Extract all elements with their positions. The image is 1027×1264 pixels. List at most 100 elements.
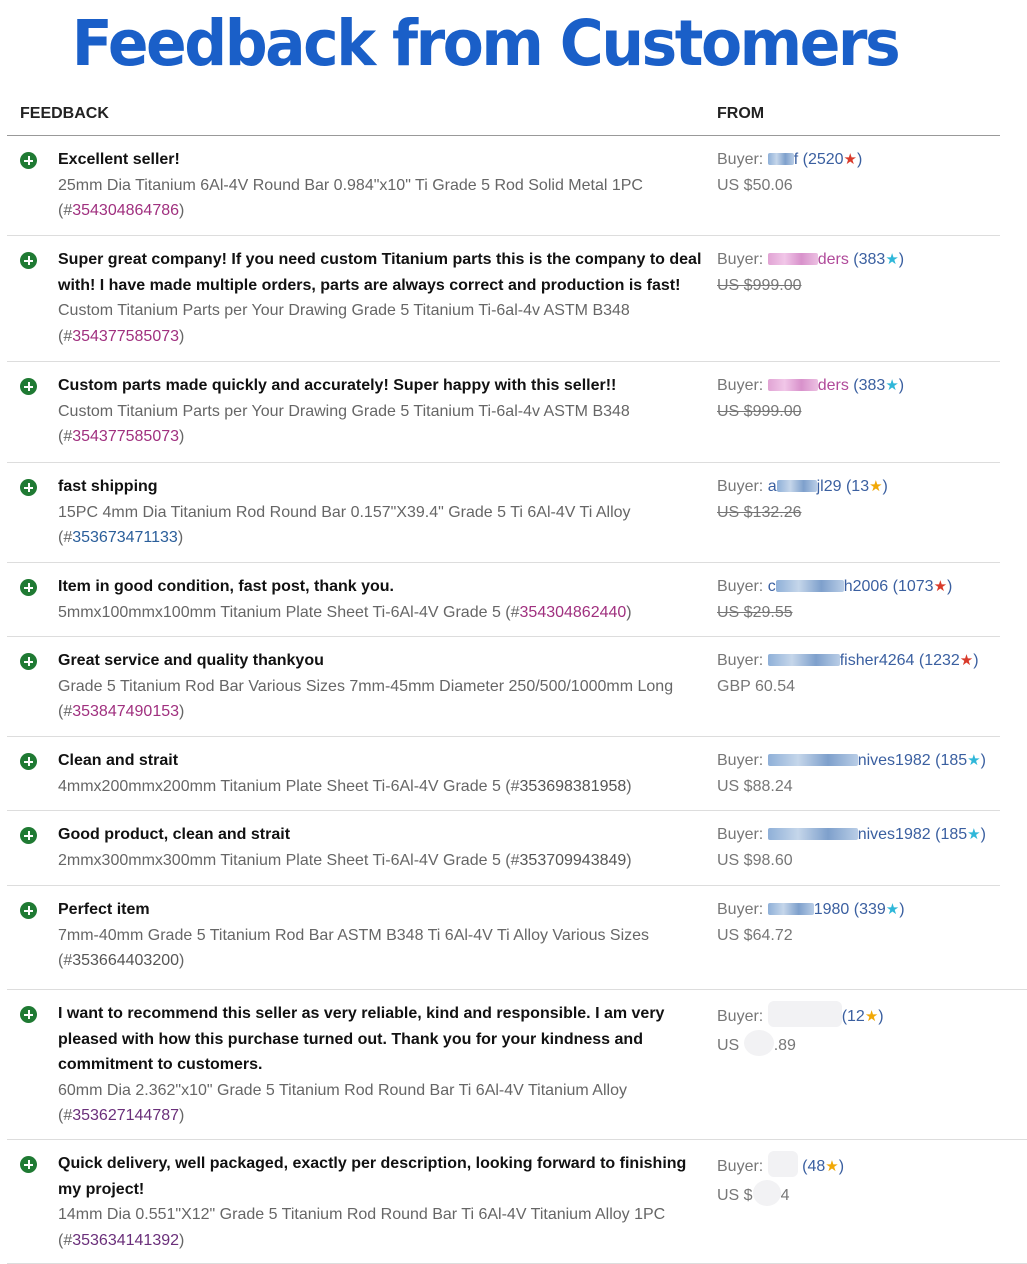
blurred-buyer-name	[767, 153, 794, 165]
buyer-label: Buyer:	[717, 1008, 764, 1025]
item-title[interactable]: Custom Titanium Parts per Your Drawing G…	[58, 302, 630, 319]
price: 4	[780, 1186, 790, 1204]
buyer-name[interactable]: fisher4264	[840, 652, 915, 669]
item-id-link[interactable]: 354304862440	[520, 604, 627, 621]
blurred-buyer-name	[767, 903, 814, 915]
table-header: FEEDBACK FROM	[7, 95, 1000, 136]
blurred-buyer-name	[767, 1001, 842, 1027]
item-id-link[interactable]: 353634141392	[72, 1232, 179, 1249]
item-title[interactable]: 2mmx300mmx300mm Titanium Plate Sheet Ti-…	[58, 852, 501, 869]
buyer-label: Buyer:	[717, 251, 764, 268]
buyer-name-prefix[interactable]: a	[768, 478, 777, 495]
blurred-buyer-name	[767, 253, 818, 265]
item-title[interactable]: 4mmx200mmx200mm Titanium Plate Sheet Ti-…	[58, 778, 501, 795]
buyer-score[interactable]: 2520	[808, 151, 844, 168]
banner-title: Feedback from Customers	[71, 7, 901, 81]
item-id-link[interactable]: 354377585073	[72, 328, 179, 345]
item-title[interactable]: 25mm Dia Titanium 6Al-4V Round Bar 0.984…	[58, 177, 643, 194]
star-icon: ★	[933, 578, 948, 595]
item-title[interactable]: 60mm Dia 2.362"x10" Grade 5 Titanium Rod…	[58, 1082, 627, 1099]
price: US $50.06	[717, 176, 793, 194]
feedback-row: Super great company! If you need custom …	[7, 236, 1000, 362]
buyer-score[interactable]: 48	[807, 1158, 825, 1175]
price: US $132.26	[717, 503, 802, 521]
item-id-link[interactable]: 353698381958	[520, 778, 627, 795]
item-title[interactable]: 14mm Dia 0.551"X12" Grade 5 Titanium Rod…	[58, 1206, 665, 1223]
star-icon: ★	[885, 251, 899, 268]
header-from: FROM	[717, 105, 765, 122]
price: US $98.60	[717, 851, 793, 869]
item-id-link[interactable]: 354377585073	[72, 428, 179, 445]
feedback-comment: Good product, clean and strait	[58, 826, 291, 843]
positive-feedback-icon	[20, 653, 37, 670]
star-icon: ★	[885, 377, 899, 394]
buyer-score[interactable]: 339	[859, 901, 886, 918]
buyer-label: Buyer:	[717, 1158, 764, 1175]
item-title[interactable]: Custom Titanium Parts per Your Drawing G…	[58, 403, 630, 420]
buyer-name[interactable]: ders	[818, 251, 849, 268]
buyer-name[interactable]: jl29	[817, 478, 842, 495]
buyer-score[interactable]: 1073	[898, 578, 934, 595]
buyer-label: Buyer:	[717, 901, 764, 918]
price: US $29.55	[717, 603, 793, 621]
buyer-score[interactable]: 185	[940, 752, 967, 769]
buyer-score[interactable]: 185	[940, 826, 967, 843]
feedback-row: Clean and strait 4mmx200mmx200mm Titaniu…	[7, 737, 1000, 811]
buyer-name-prefix[interactable]: c	[768, 578, 776, 595]
item-title[interactable]: Grade 5 Titanium Rod Bar Various Sizes 7…	[58, 678, 673, 695]
star-icon: ★	[869, 478, 883, 495]
buyer-name[interactable]: ders	[818, 377, 849, 394]
feedback-comment: Clean and strait	[58, 752, 179, 769]
feedback-row: Quick delivery, well packaged, exactly p…	[7, 1140, 1027, 1264]
item-id-link[interactable]: 353627144787	[72, 1107, 179, 1124]
buyer-label: Buyer:	[717, 151, 764, 168]
feedback-comment: Super great company! If you need custom …	[58, 251, 702, 294]
blurred-buyer-name	[776, 480, 817, 492]
star-icon: ★	[885, 901, 900, 918]
price: US $88.24	[717, 777, 793, 795]
buyer-name[interactable]: h2006	[844, 578, 889, 595]
buyer-score[interactable]: 383	[859, 251, 886, 268]
item-id-link[interactable]: 353664403200	[72, 952, 179, 969]
feedback-row: I want to recommend this seller as very …	[7, 990, 1027, 1140]
blurred-price	[752, 1179, 781, 1206]
item-id-link[interactable]: 353847490153	[72, 703, 179, 720]
feedback-row: Excellent seller! 25mm Dia Titanium 6Al-…	[7, 136, 1000, 236]
blurred-buyer-name	[767, 654, 840, 666]
blurred-buyer-name	[767, 1151, 798, 1177]
feedback-row: fast shipping 15PC 4mm Dia Titanium Rod …	[7, 463, 1000, 563]
positive-feedback-icon	[20, 378, 37, 395]
buyer-label: Buyer:	[717, 377, 764, 394]
blurred-price	[743, 1029, 774, 1056]
buyer-name[interactable]: nives1982	[858, 752, 931, 769]
item-id-link[interactable]: 353709943849	[520, 852, 627, 869]
blurred-buyer-name	[775, 580, 844, 592]
star-icon: ★	[967, 826, 981, 843]
feedback-list: Excellent seller! 25mm Dia Titanium 6Al-…	[7, 136, 1027, 1264]
feedback-comment: Quick delivery, well packaged, exactly p…	[58, 1155, 687, 1198]
positive-feedback-icon	[20, 579, 37, 596]
item-title[interactable]: 5mmx100mmx100mm Titanium Plate Sheet Ti-…	[58, 604, 501, 621]
item-title[interactable]: 15PC 4mm Dia Titanium Rod Round Bar 0.15…	[58, 504, 631, 521]
feedback-comment: fast shipping	[58, 478, 158, 495]
item-id-link[interactable]: 353673471133	[72, 529, 178, 546]
buyer-score[interactable]: 383	[859, 377, 886, 394]
feedback-comment: Item in good condition, fast post, thank…	[58, 578, 394, 595]
buyer-name[interactable]: 1980	[814, 901, 850, 918]
price: US $999.00	[717, 402, 802, 420]
buyer-score[interactable]: 13	[851, 478, 869, 495]
blurred-buyer-name	[767, 828, 858, 840]
positive-feedback-icon	[20, 252, 37, 269]
buyer-name[interactable]: f	[794, 151, 798, 168]
item-title[interactable]: 7mm-40mm Grade 5 Titanium Rod Bar ASTM B…	[58, 927, 649, 944]
feedback-comment: Excellent seller!	[58, 151, 180, 168]
feedback-row: Item in good condition, fast post, thank…	[7, 563, 1000, 637]
buyer-score[interactable]: 1232	[924, 652, 960, 669]
buyer-score[interactable]: 12	[847, 1008, 865, 1025]
blurred-buyer-name	[767, 379, 818, 391]
buyer-name[interactable]: nives1982	[858, 826, 931, 843]
price: .89	[773, 1036, 796, 1054]
item-id-link[interactable]: 354304864786	[72, 202, 179, 219]
star-icon: ★	[959, 652, 974, 669]
feedback-comment: Great service and quality thankyou	[58, 652, 324, 669]
